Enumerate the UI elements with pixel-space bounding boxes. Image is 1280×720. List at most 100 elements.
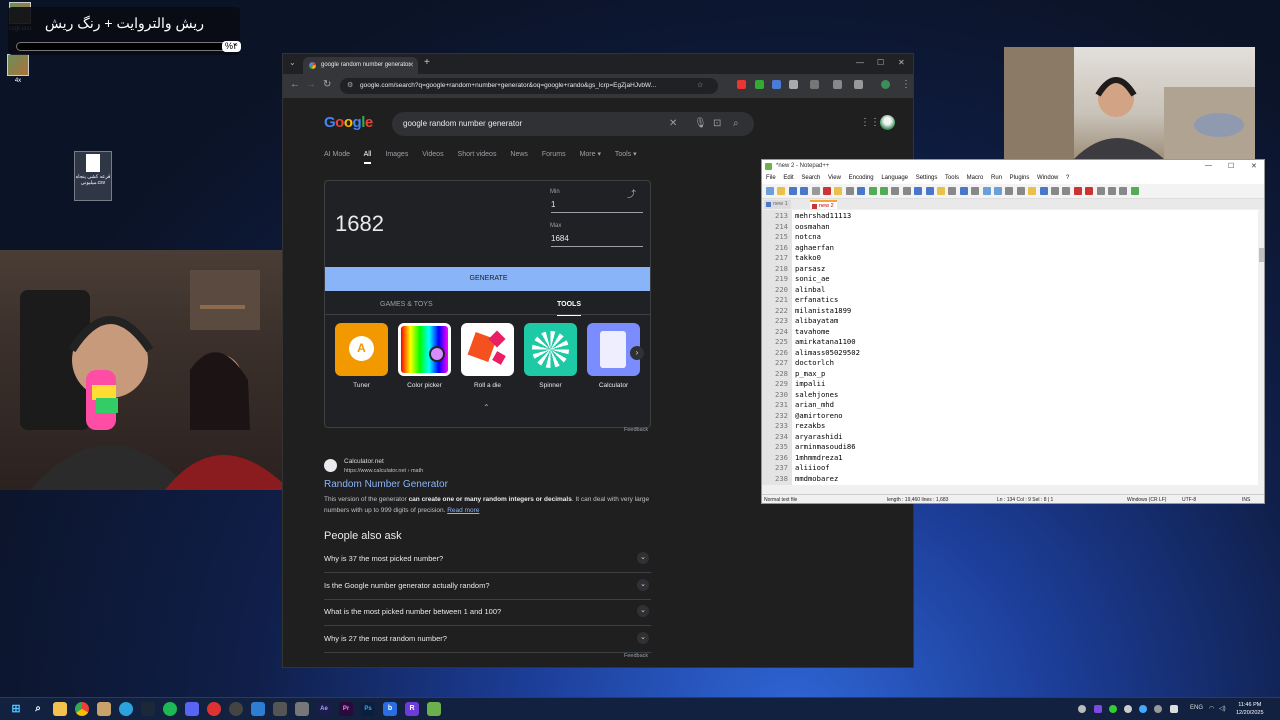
editor-line[interactable]: 224 tavahome	[762, 327, 1252, 338]
extension-icon[interactable]	[810, 80, 819, 89]
editor-line[interactable]: 234 aryarashidi	[762, 432, 1252, 443]
toolbar-button-icon[interactable]	[1005, 187, 1014, 195]
reload-icon[interactable]: ↻	[323, 79, 331, 90]
maximize-icon[interactable]: ☐	[1228, 162, 1234, 170]
toolbar-button-icon[interactable]	[1085, 187, 1094, 195]
maximize-icon[interactable]: ☐	[877, 58, 884, 67]
toolbar-button-icon[interactable]	[811, 187, 820, 195]
menu-settings[interactable]: Settings	[916, 175, 938, 181]
wifi-icon[interactable]: ◠	[1209, 705, 1214, 712]
menu-encoding[interactable]: Encoding	[849, 175, 874, 181]
tool-spinner[interactable]: Spinner	[524, 323, 577, 389]
search-input[interactable]: google random number generator ✕ 🎙 ⊡ ⌕	[392, 112, 754, 136]
tab-new-1[interactable]: new 1	[764, 200, 791, 209]
editor-line[interactable]: 235 arminmasoudi86	[762, 442, 1252, 453]
tab-search-icon[interactable]: ⌄	[289, 58, 296, 67]
menu-macro[interactable]: Macro	[967, 175, 984, 181]
paa-question[interactable]: Why is 27 the most random number? ⌄	[324, 626, 651, 653]
forward-icon[interactable]: →	[306, 79, 316, 90]
search-icon[interactable]: ⌕	[31, 702, 45, 716]
after-effects-icon[interactable]: Ae	[317, 702, 331, 716]
editor-line[interactable]: 215 notcna	[762, 232, 1252, 243]
result-title-link[interactable]: Random Number Generator	[324, 479, 448, 490]
toolbar-button-icon[interactable]	[1108, 187, 1116, 195]
editor-line[interactable]: 221 erfanatics	[762, 295, 1252, 306]
chevron-right-icon[interactable]: ›	[630, 346, 644, 360]
obs-icon[interactable]	[229, 702, 243, 716]
toolbar-button-icon[interactable]	[1051, 187, 1059, 195]
discord-icon[interactable]	[185, 702, 199, 716]
new-tab-button[interactable]: +	[424, 57, 430, 68]
generate-button[interactable]: GENERATE	[325, 267, 650, 291]
extension-icon[interactable]	[737, 80, 746, 89]
notepad-plus-plus-icon[interactable]	[427, 702, 441, 716]
microphone-icon[interactable]: 🎙	[694, 118, 707, 129]
tab-forums[interactable]: Forums	[542, 151, 566, 158]
paa-question[interactable]: Is the Google number generator actually …	[324, 573, 651, 600]
google-logo[interactable]: Google	[324, 114, 373, 131]
app-icon[interactable]: b	[383, 702, 397, 716]
address-bar[interactable]: ⚙ google.com/search?q=google+random+numb…	[340, 78, 718, 94]
editor-line[interactable]: 213 mehrshad11113	[762, 211, 1252, 222]
toolbar-button-icon[interactable]	[1062, 187, 1071, 195]
desktop-icon-2[interactable]: 4x	[3, 54, 33, 84]
editor-line[interactable]: 226 alimass05029502	[762, 348, 1252, 359]
desktop-csv-file[interactable]: قرعه کشی پنجاه میلیونی.csv	[74, 151, 112, 201]
editor-line[interactable]: 223 alibayatam	[762, 316, 1252, 327]
toolbar-button-icon[interactable]	[971, 187, 980, 195]
editor-line[interactable]: 219 sonic_ae	[762, 274, 1252, 285]
tray-icon[interactable]	[1124, 705, 1132, 713]
editor-line[interactable]: 222 milanista1899	[762, 306, 1252, 317]
menu-icon[interactable]: ⋮	[901, 79, 911, 90]
share-icon[interactable]: ⤴	[627, 187, 636, 200]
menu-language[interactable]: Language	[881, 175, 908, 181]
editor-line[interactable]: 238 mmdmobarez	[762, 474, 1252, 485]
toolbar-button-icon[interactable]	[868, 187, 877, 195]
toolbar-button-icon[interactable]	[1039, 187, 1048, 195]
toolbar-button-icon[interactable]	[937, 187, 945, 195]
toolbar-button-icon[interactable]	[834, 187, 843, 195]
toolbar-button-icon[interactable]	[766, 187, 774, 195]
chrome-icon[interactable]	[75, 702, 89, 716]
toolbar-button-icon[interactable]	[891, 187, 900, 195]
menu-edit[interactable]: Edit	[783, 175, 793, 181]
tray-icon[interactable]	[1139, 705, 1147, 713]
tab-news[interactable]: News	[510, 151, 528, 158]
file-explorer-icon[interactable]	[53, 702, 67, 716]
menu-search[interactable]: Search	[801, 175, 820, 181]
editor-line[interactable]: 232 @amirtoreno	[762, 411, 1252, 422]
editor-line[interactable]: 218 parsasz	[762, 264, 1252, 275]
toolbar-button-icon[interactable]	[823, 187, 831, 195]
tab-ai-mode[interactable]: AI Mode	[324, 151, 350, 158]
app-icon[interactable]	[273, 702, 287, 716]
toolbar-button-icon[interactable]	[1073, 187, 1082, 195]
tool-color-picker[interactable]: Color picker	[398, 323, 451, 389]
app-icon[interactable]	[251, 702, 265, 716]
tool-tuner[interactable]: A Tuner	[335, 323, 388, 389]
tab-new-2[interactable]: new 2	[810, 200, 837, 209]
paa-question[interactable]: What is the most picked number between 1…	[324, 599, 651, 626]
toolbar-button-icon[interactable]	[857, 187, 866, 195]
editor-line[interactable]: 229 impalii	[762, 379, 1252, 390]
steam-icon[interactable]	[141, 702, 155, 716]
extension-icon[interactable]	[772, 80, 781, 89]
editor-line[interactable]: 231 arian_mhd	[762, 400, 1252, 411]
star-icon[interactable]: ☆	[697, 81, 703, 89]
extension-icon[interactable]	[854, 80, 863, 89]
extension-icon[interactable]	[833, 80, 842, 89]
tool-roll-a-die[interactable]: Roll a die	[461, 323, 514, 389]
toolbar-button-icon[interactable]	[1096, 187, 1105, 195]
language-indicator[interactable]: ENG	[1190, 705, 1203, 711]
menu-window[interactable]: Window	[1037, 175, 1058, 181]
toolbar-button-icon[interactable]	[914, 187, 923, 195]
close-window-icon[interactable]: ✕	[1251, 162, 1257, 170]
feedback-link[interactable]: Feedback	[624, 653, 648, 659]
tab-images[interactable]: Images	[385, 151, 408, 158]
scrollbar-thumb[interactable]	[1259, 248, 1264, 262]
menu-plugins[interactable]: Plugins	[1010, 175, 1030, 181]
telegram-icon[interactable]	[119, 702, 133, 716]
tab-videos[interactable]: Videos	[422, 151, 443, 158]
app-icon[interactable]	[295, 702, 309, 716]
toolbar-button-icon[interactable]	[788, 187, 797, 195]
clear-icon[interactable]: ✕	[669, 118, 677, 129]
